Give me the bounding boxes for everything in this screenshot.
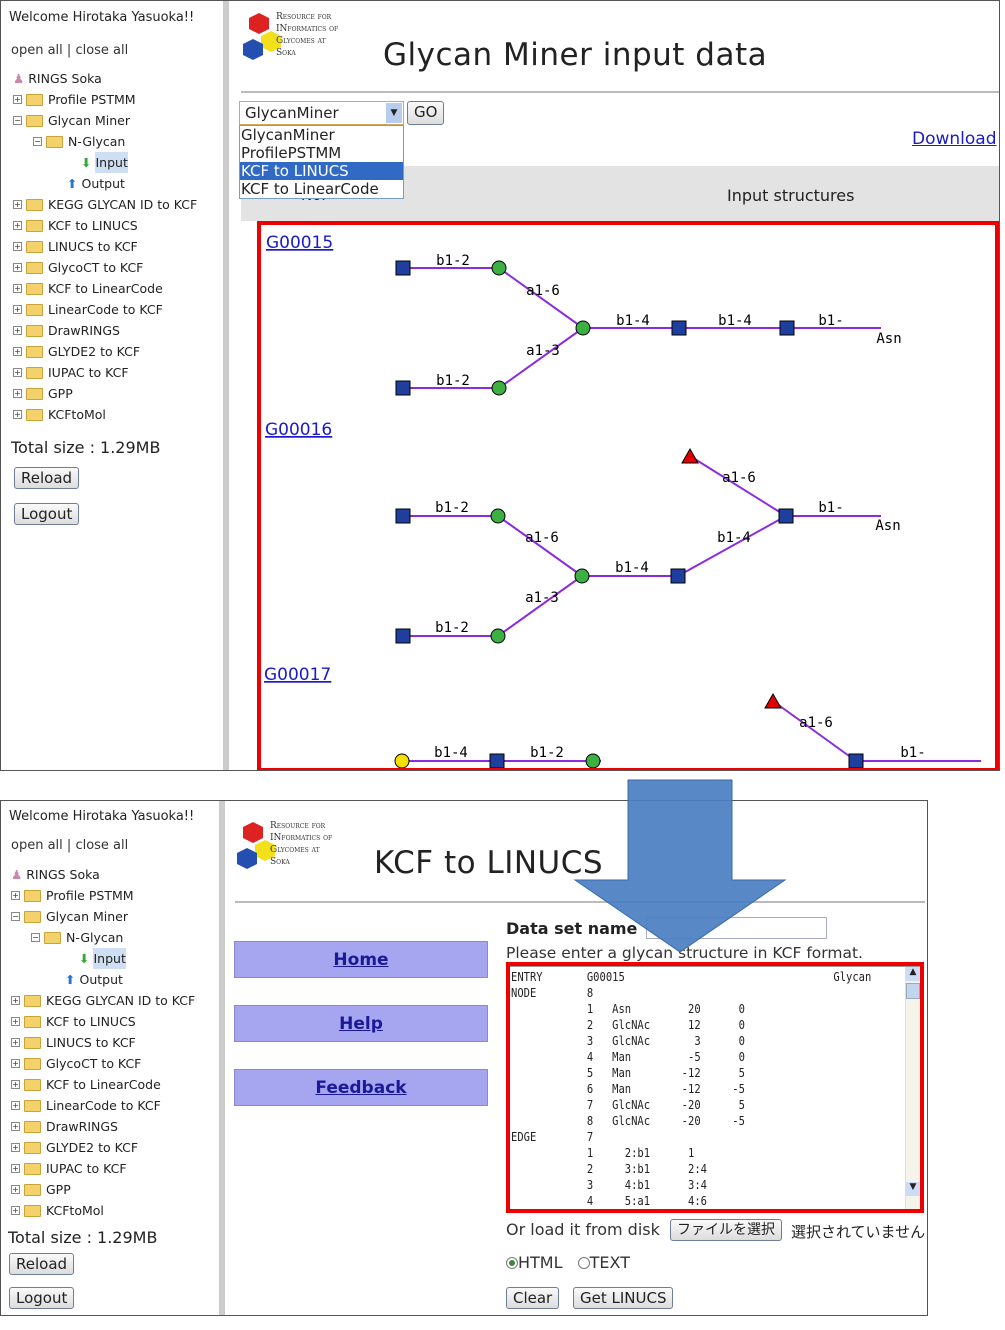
dropdown-option[interactable]: KCF to LINUCS [240, 162, 403, 180]
dropdown-option[interactable]: ProfilePSTMM [240, 144, 403, 162]
dropdown-option[interactable]: GlycanMiner [240, 126, 403, 144]
tool-dropdown-list: GlycanMiner ProfilePSTMM KCF to LINUCS KCF … [239, 125, 404, 199]
dropdown-option[interactable]: KCF to LinearCode [240, 180, 403, 198]
down-arrow [573, 779, 787, 953]
